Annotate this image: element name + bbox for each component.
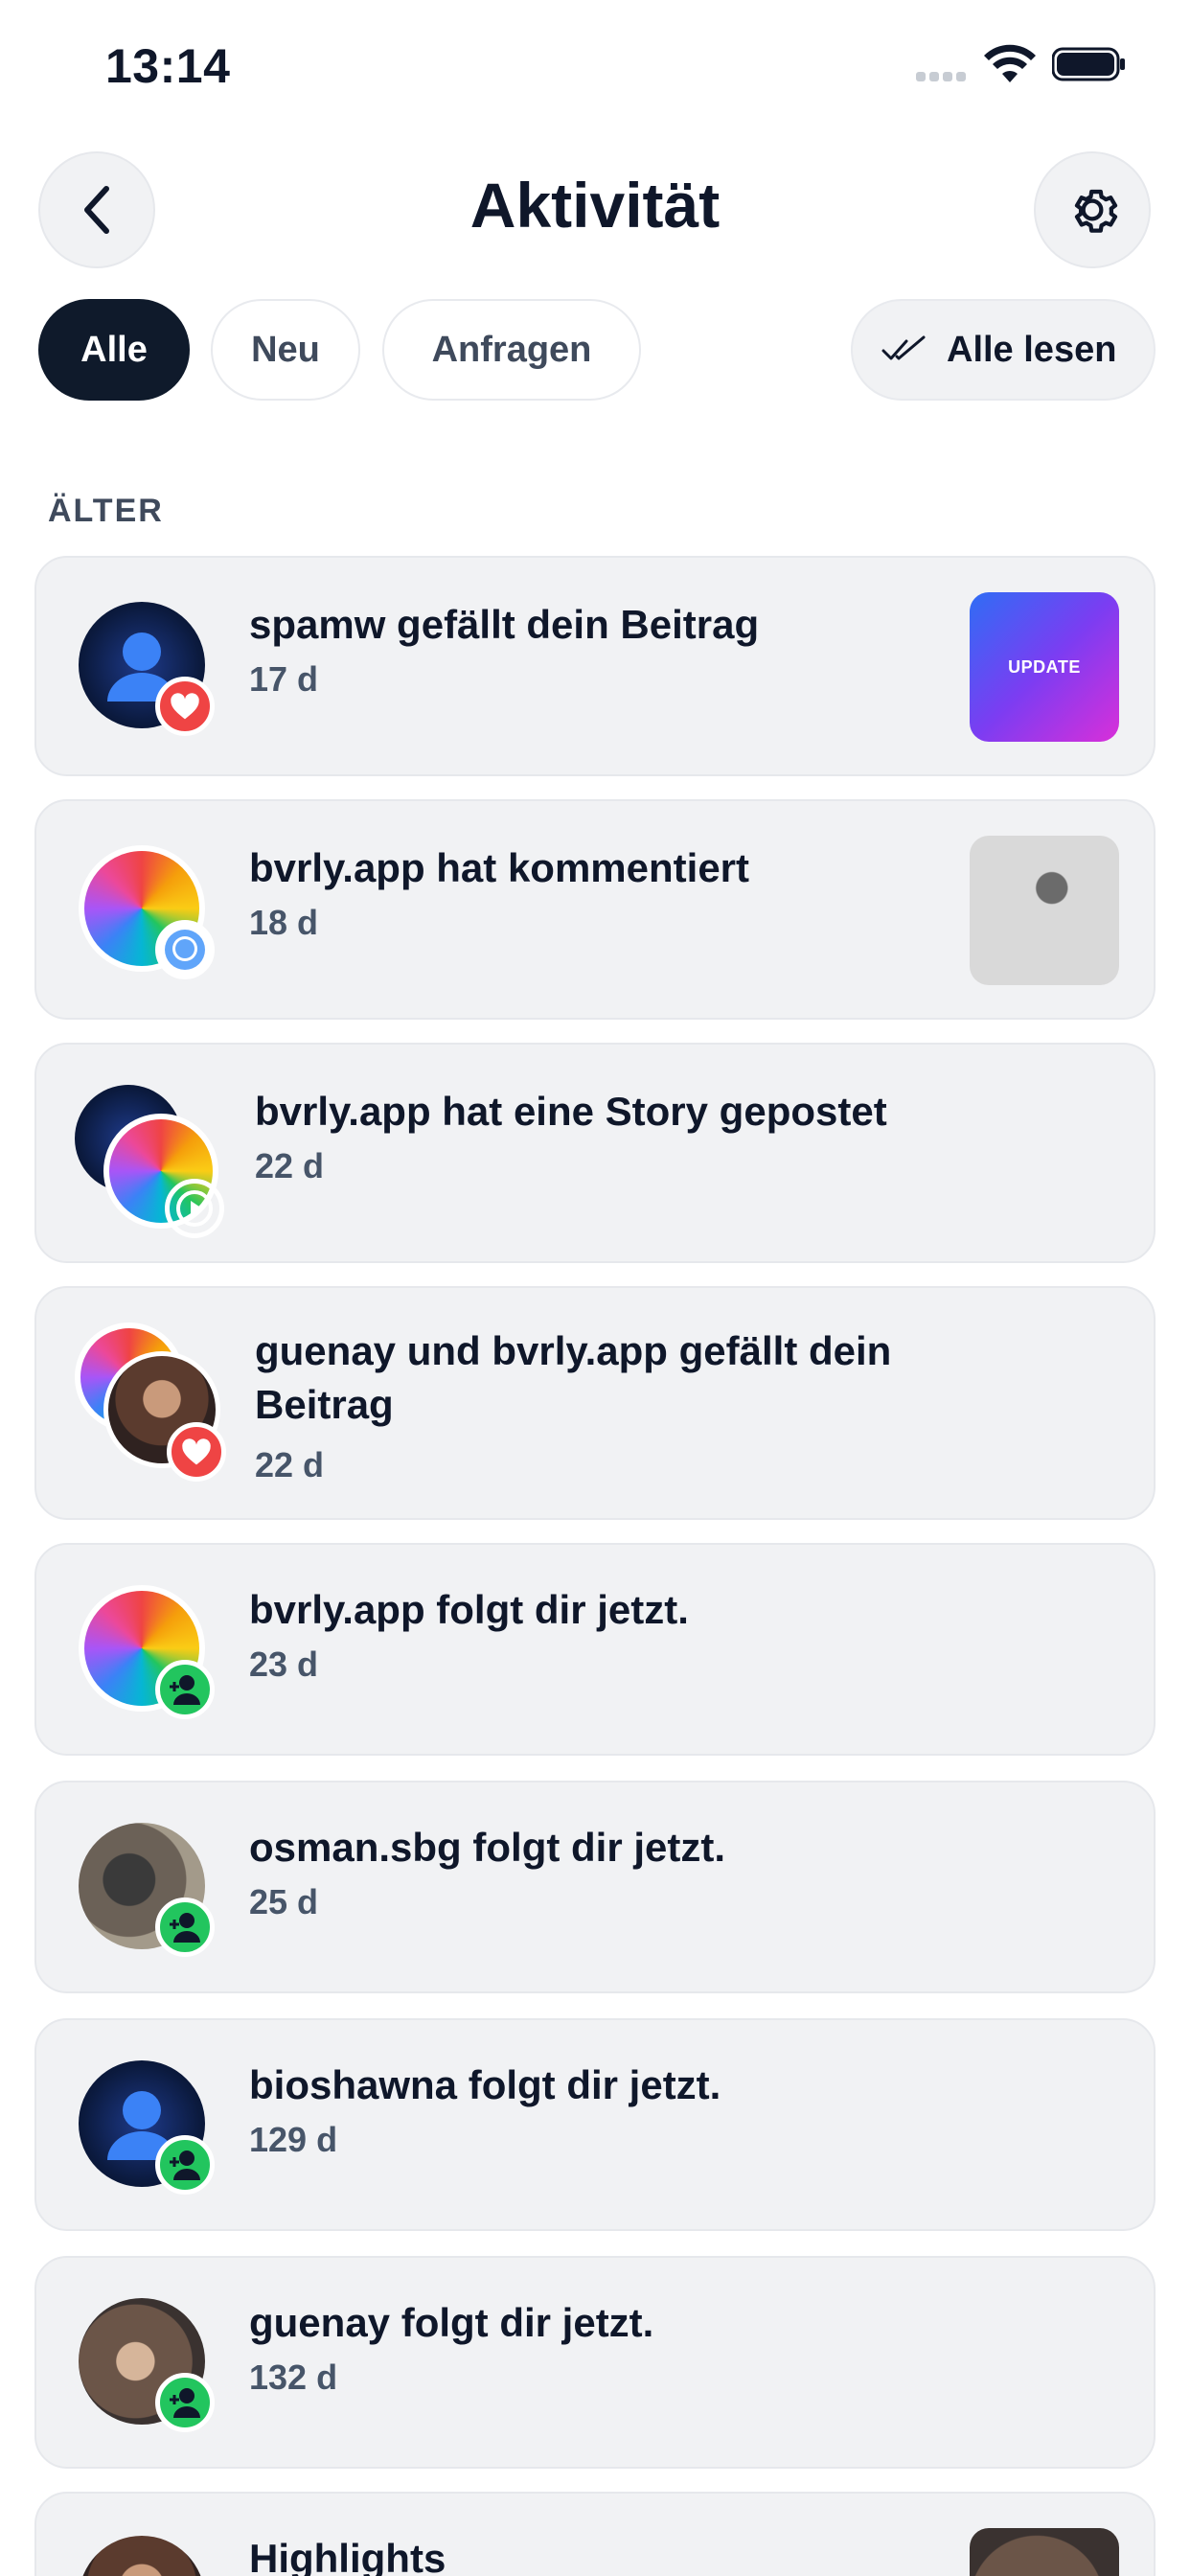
activity-item[interactable]: guenay und bvrly.app gefällt dein Beitra… [34, 1286, 1156, 1520]
activity-time: 23 d [249, 1644, 319, 1684]
activity-item[interactable]: bioshawna folgt dir jetzt. 129 d [34, 2018, 1156, 2231]
like-badge [167, 1422, 226, 1482]
activity-item[interactable]: bvrly.app hat eine Story gepostet 22 d [34, 1043, 1156, 1263]
comment-bubble-icon [165, 930, 205, 970]
status-time: 13:14 [105, 39, 231, 93]
activity-item[interactable]: Highlights [34, 2492, 1156, 2576]
battery-icon [1052, 47, 1125, 81]
activity-title: bioshawna folgt dir jetzt. [249, 2062, 721, 2107]
post-thumbnail[interactable] [970, 2528, 1119, 2576]
user-plus-icon [170, 1675, 200, 1705]
activity-time: 22 d [255, 1445, 325, 1484]
follow-badge [155, 2373, 215, 2432]
double-check-icon [881, 335, 926, 360]
heart-icon [171, 693, 199, 720]
gear-icon [1074, 189, 1118, 233]
cellular-signal-icon [916, 69, 970, 86]
post-thumbnail[interactable] [970, 836, 1119, 985]
wifi-icon [984, 44, 1036, 82]
post-thumbnail[interactable]: UPDATE [970, 592, 1119, 742]
activity-item[interactable]: bvrly.app folgt dir jetzt. 23 d [34, 1543, 1156, 1756]
filter-chip-all[interactable]: Alle [38, 299, 190, 401]
filter-chip-requests[interactable]: Anfragen [382, 299, 641, 401]
activity-title: guenay folgt dir jetzt. [249, 2300, 654, 2345]
status-bar: 13:14 [0, 0, 1190, 134]
mark-all-read-button[interactable]: Alle lesen [851, 299, 1156, 401]
activity-item[interactable]: osman.sbg folgt dir jetzt. 25 d [34, 1781, 1156, 1993]
comment-badge [155, 920, 215, 979]
activity-title: bvrly.app hat kommentiert [249, 845, 750, 890]
user-plus-icon [170, 2388, 200, 2418]
follow-badge [155, 1898, 215, 1957]
settings-button[interactable] [1034, 151, 1151, 268]
follow-badge [155, 1660, 215, 1719]
heart-icon [182, 1438, 211, 1465]
activity-time: 22 d [255, 1146, 325, 1185]
activity-title-line2: Beitrag [255, 1382, 394, 1427]
follow-badge [155, 2135, 215, 2195]
activity-title: bvrly.app folgt dir jetzt. [249, 1587, 689, 1632]
activity-title: osman.sbg folgt dir jetzt. [249, 1825, 726, 1870]
avatar [79, 2536, 205, 2576]
activity-time: 129 d [249, 2120, 338, 2159]
section-label: ÄLTER [48, 493, 164, 529]
activity-title: spamw gefällt dein Beitrag [249, 602, 760, 647]
play-icon [176, 1190, 213, 1227]
user-plus-icon [170, 1913, 200, 1943]
activity-time: 25 d [249, 1882, 319, 1921]
activity-time: 132 d [249, 2358, 338, 2397]
thumbnail-text: UPDATE [1008, 656, 1081, 677]
activity-item[interactable]: spamw gefällt dein Beitrag 17 d UPDATE [34, 556, 1156, 776]
user-plus-icon [170, 2150, 200, 2180]
activity-item[interactable]: bvrly.app hat kommentiert 18 d [34, 799, 1156, 1020]
filter-chip-new[interactable]: Neu [211, 299, 360, 401]
activity-item[interactable]: guenay folgt dir jetzt. 132 d [34, 2256, 1156, 2469]
activity-title: bvrly.app hat eine Story gepostet [255, 1089, 887, 1134]
activity-time: 17 d [249, 659, 319, 699]
activity-time: 18 d [249, 903, 319, 942]
like-badge [155, 677, 215, 736]
activity-title: guenay und bvrly.app gefällt dein [255, 1328, 892, 1373]
page-title: Aktivität [469, 170, 721, 241]
mark-all-read-label: Alle lesen [947, 329, 1117, 370]
activity-title: Highlights [249, 2536, 446, 2576]
story-badge [165, 1179, 224, 1238]
